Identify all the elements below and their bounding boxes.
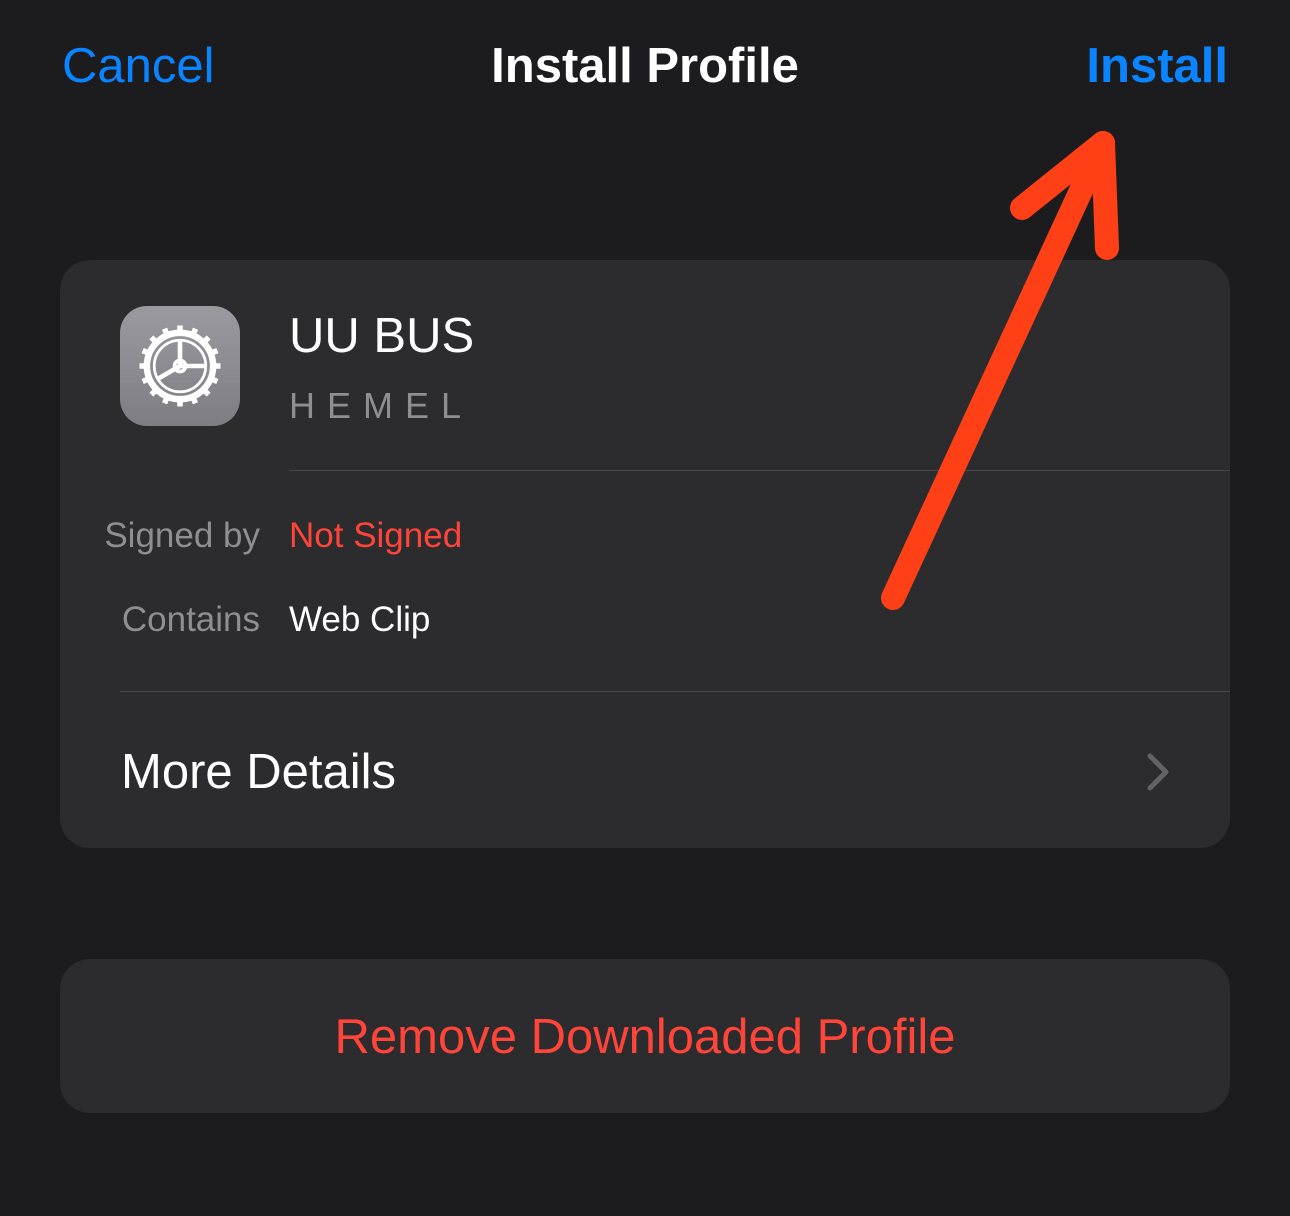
divider bbox=[289, 470, 1230, 471]
signed-by-value: Not Signed bbox=[289, 516, 463, 555]
remove-profile-button[interactable]: Remove Downloaded Profile bbox=[60, 959, 1230, 1113]
more-details-row[interactable]: More Details bbox=[60, 692, 1230, 848]
profile-organization: HEMEL bbox=[289, 385, 474, 426]
profile-card: UU BUS HEMEL Signed by Not Signed Contai… bbox=[60, 260, 1230, 848]
remove-profile-label: Remove Downloaded Profile bbox=[334, 1010, 956, 1064]
signed-by-label: Signed by bbox=[104, 516, 260, 555]
chevron-right-icon bbox=[1147, 753, 1169, 791]
install-button[interactable]: Install bbox=[1086, 38, 1228, 94]
contains-value: Web Clip bbox=[289, 600, 431, 639]
navigation-bar: Cancel Install Profile Install bbox=[0, 0, 1290, 140]
profile-name: UU BUS bbox=[289, 309, 475, 363]
gear-icon bbox=[120, 306, 240, 426]
contains-label: Contains bbox=[121, 600, 260, 639]
more-details-label: More Details bbox=[121, 745, 397, 799]
